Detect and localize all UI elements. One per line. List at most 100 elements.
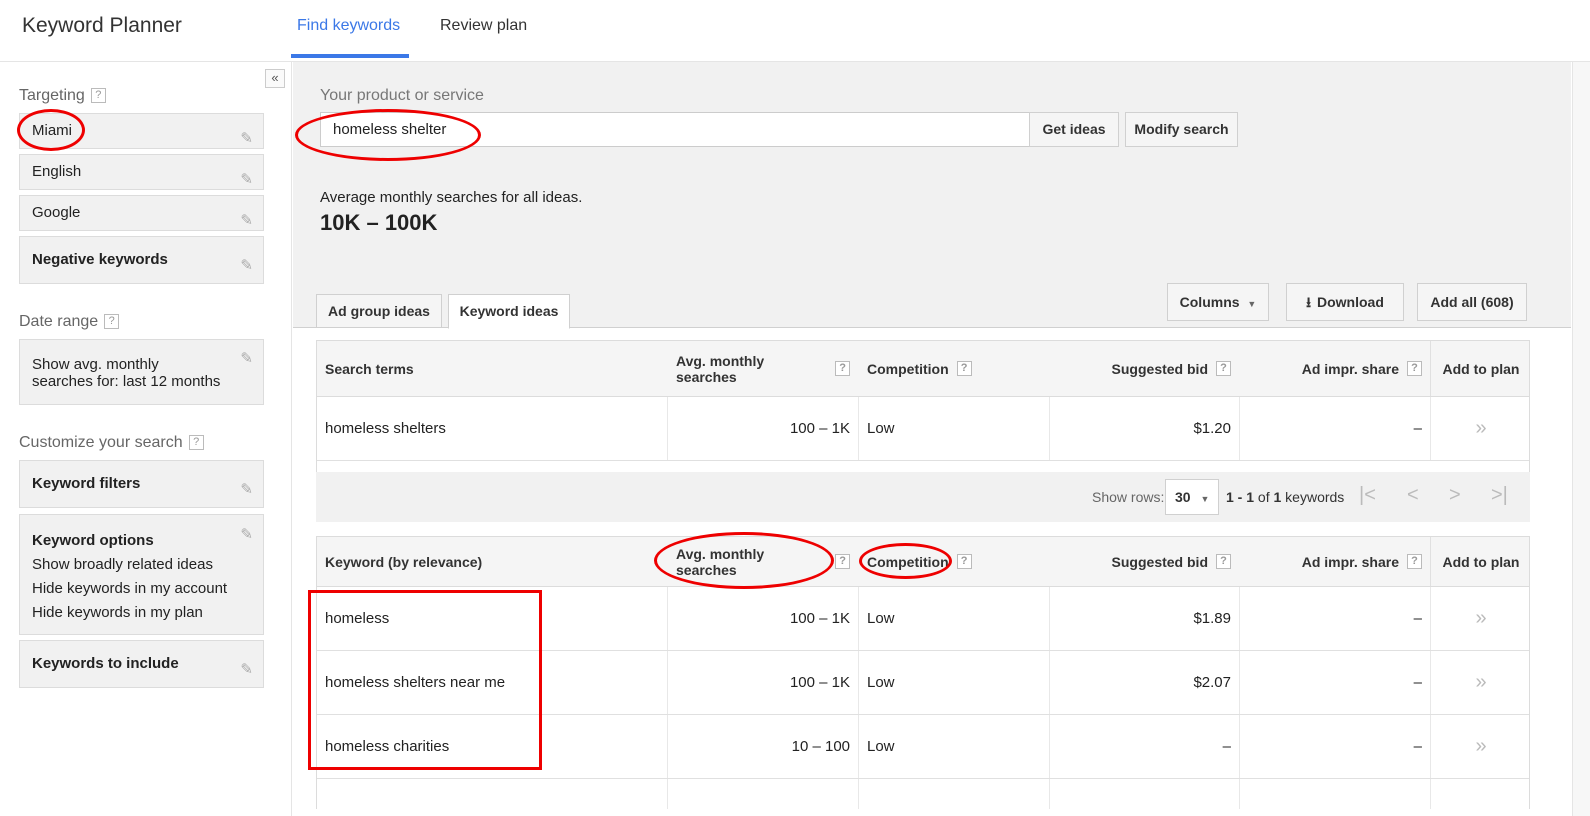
add-all-button[interactable]: Add all (608) — [1417, 283, 1527, 321]
edit-pencil-icon[interactable]: ✎ — [240, 204, 253, 238]
edit-pencil-icon[interactable]: ✎ — [240, 243, 253, 289]
results-area: Search terms Avg. monthly searches? Comp… — [293, 328, 1571, 816]
keyword-filters-label: Keyword filters — [32, 475, 141, 492]
help-icon[interactable]: ? — [104, 314, 120, 330]
empty-cell — [667, 779, 858, 809]
header-label: Suggested bid — [1111, 553, 1208, 570]
bid-cell: $1.89 — [1049, 587, 1239, 650]
impr-share-cell: – — [1239, 587, 1430, 650]
header-avg-monthly-searches[interactable]: Avg. monthly searches? — [667, 341, 858, 396]
edit-pencil-icon[interactable]: ✎ — [240, 647, 253, 693]
tab-review-plan[interactable]: Review plan — [440, 17, 527, 35]
targeting-language[interactable]: English ✎ — [19, 154, 264, 190]
targeting-language-label: English — [32, 163, 82, 180]
edit-pencil-icon[interactable]: ✎ — [240, 122, 253, 156]
add-to-plan-icon[interactable]: » — [1430, 587, 1531, 650]
header-label: Ad impr. share — [1301, 360, 1399, 377]
help-icon[interactable]: ? — [1216, 554, 1231, 569]
rows-per-page-value: 30 — [1175, 489, 1191, 505]
edit-pencil-icon[interactable]: ✎ — [240, 467, 253, 513]
tab-ad-group-ideas[interactable]: Ad group ideas — [316, 294, 442, 328]
sidebar: « Targeting? Miami ✎ English ✎ Google ✎ … — [0, 62, 292, 816]
keywords-to-include-label: Keywords to include — [32, 655, 179, 672]
download-button[interactable]: ⭳ Download — [1286, 283, 1404, 321]
search-terms-table: Search terms Avg. monthly searches? Comp… — [316, 340, 1530, 478]
help-icon[interactable]: ? — [1407, 554, 1422, 569]
chevron-down-icon: ▼ — [1200, 494, 1210, 504]
edit-pencil-icon[interactable]: ✎ — [240, 350, 253, 367]
add-to-plan-icon[interactable]: » — [1430, 651, 1531, 714]
download-button-label: Download — [1317, 294, 1384, 310]
targeting-location-label: Miami — [32, 122, 72, 139]
range-start: 1 - 1 — [1226, 489, 1255, 505]
add-to-plan-icon[interactable]: » — [1430, 715, 1531, 778]
pagination-bar: Show rows: 30 ▼ 1 - 1 of 1 keywords |< <… — [316, 472, 1530, 522]
help-icon[interactable]: ? — [90, 88, 106, 104]
competition-cell: Low — [858, 651, 1049, 714]
last-page-icon[interactable]: >| — [1491, 484, 1508, 507]
searches-cell: 10 – 100 — [667, 715, 858, 778]
help-icon[interactable]: ? — [835, 361, 850, 376]
keywords-to-include[interactable]: Keywords to include ✎ — [19, 640, 264, 688]
keyword-option-line: Show broadly related ideas — [32, 556, 213, 573]
get-ideas-button[interactable]: Get ideas — [1029, 112, 1119, 147]
competition-cell: Low — [858, 587, 1049, 650]
edit-pencil-icon[interactable]: ✎ — [240, 163, 253, 197]
targeting-label-text: Targeting — [19, 87, 85, 104]
targeting-network[interactable]: Google ✎ — [19, 195, 264, 231]
header-suggested-bid[interactable]: Suggested bid? — [1049, 341, 1239, 396]
impr-share-cell: – — [1239, 715, 1430, 778]
impr-share-cell: – — [1239, 651, 1430, 714]
modify-search-button[interactable]: Modify search — [1125, 112, 1238, 147]
header-competition[interactable]: Competition? — [858, 341, 1049, 396]
keyword-cell: homeless shelters near me — [325, 674, 506, 691]
header-avg-monthly-searches[interactable]: Avg. monthly searches? — [667, 537, 858, 586]
table-header: Keyword (by relevance) Avg. monthly sear… — [317, 537, 1529, 587]
edit-pencil-icon[interactable]: ✎ — [240, 523, 253, 547]
first-page-icon[interactable]: |< — [1359, 484, 1376, 507]
header-label: Competition — [867, 360, 949, 377]
negative-keywords[interactable]: Negative keywords ✎ — [19, 236, 264, 284]
tab-find-keywords[interactable]: Find keywords — [297, 17, 400, 35]
keyword-options[interactable]: Keyword options Show broadly related ide… — [19, 514, 264, 635]
help-icon[interactable]: ? — [188, 435, 204, 451]
keyword-filters[interactable]: Keyword filters ✎ — [19, 460, 264, 508]
next-page-icon[interactable]: > — [1449, 484, 1461, 507]
header-keyword-by-relevance[interactable]: Keyword (by relevance) — [317, 537, 667, 586]
product-label: Your product or service — [320, 87, 484, 104]
bid-cell: $2.07 — [1049, 651, 1239, 714]
header-search-terms[interactable]: Search terms — [317, 341, 667, 396]
help-icon[interactable]: ? — [835, 554, 850, 569]
date-range-box[interactable]: Show avg. monthly searches for: last 12 … — [19, 339, 264, 405]
avg-searches-label: Average monthly searches for all ideas. — [320, 189, 583, 206]
help-icon[interactable]: ? — [956, 361, 972, 376]
help-icon[interactable]: ? — [1216, 361, 1231, 376]
header-ad-impr-share[interactable]: Ad impr. share? — [1239, 341, 1430, 396]
prev-page-icon[interactable]: < — [1407, 484, 1419, 507]
add-to-plan-icon[interactable]: » — [1430, 397, 1531, 460]
page-scrollbar[interactable] — [1572, 62, 1590, 816]
empty-cell — [1049, 779, 1239, 809]
tab-keyword-ideas[interactable]: Keyword ideas — [448, 294, 570, 329]
range-total: 1 — [1273, 489, 1282, 505]
header-competition[interactable]: Competition? — [858, 537, 1049, 586]
columns-button[interactable]: Columns ▼ — [1167, 283, 1269, 321]
collapse-sidebar-icon[interactable]: « — [265, 69, 285, 88]
help-icon[interactable]: ? — [1407, 361, 1422, 376]
product-search-input[interactable] — [320, 112, 1032, 147]
table-row: homeless shelters 100 – 1K Low $1.20 – » — [317, 397, 1529, 461]
searches-cell: 100 – 1K — [667, 397, 858, 460]
keyword-options-title: Keyword options — [32, 532, 154, 549]
help-icon[interactable]: ? — [956, 554, 972, 569]
targeting-location[interactable]: Miami ✎ — [19, 113, 264, 149]
table-row: homeless 100 – 1K Low $1.89 – » — [317, 587, 1529, 651]
bid-cell: $1.20 — [1049, 397, 1239, 460]
rows-per-page-select[interactable]: 30 ▼ — [1165, 479, 1219, 515]
header-label: Competition — [867, 553, 949, 570]
header-label: Avg. monthly searches — [676, 545, 765, 578]
header-label: Suggested bid — [1111, 360, 1208, 377]
keyword-option-line: Hide keywords in my account — [32, 580, 228, 597]
header-suggested-bid[interactable]: Suggested bid? — [1049, 537, 1239, 586]
chevron-down-icon: ▼ — [1247, 299, 1257, 309]
header-ad-impr-share[interactable]: Ad impr. share? — [1239, 537, 1430, 586]
